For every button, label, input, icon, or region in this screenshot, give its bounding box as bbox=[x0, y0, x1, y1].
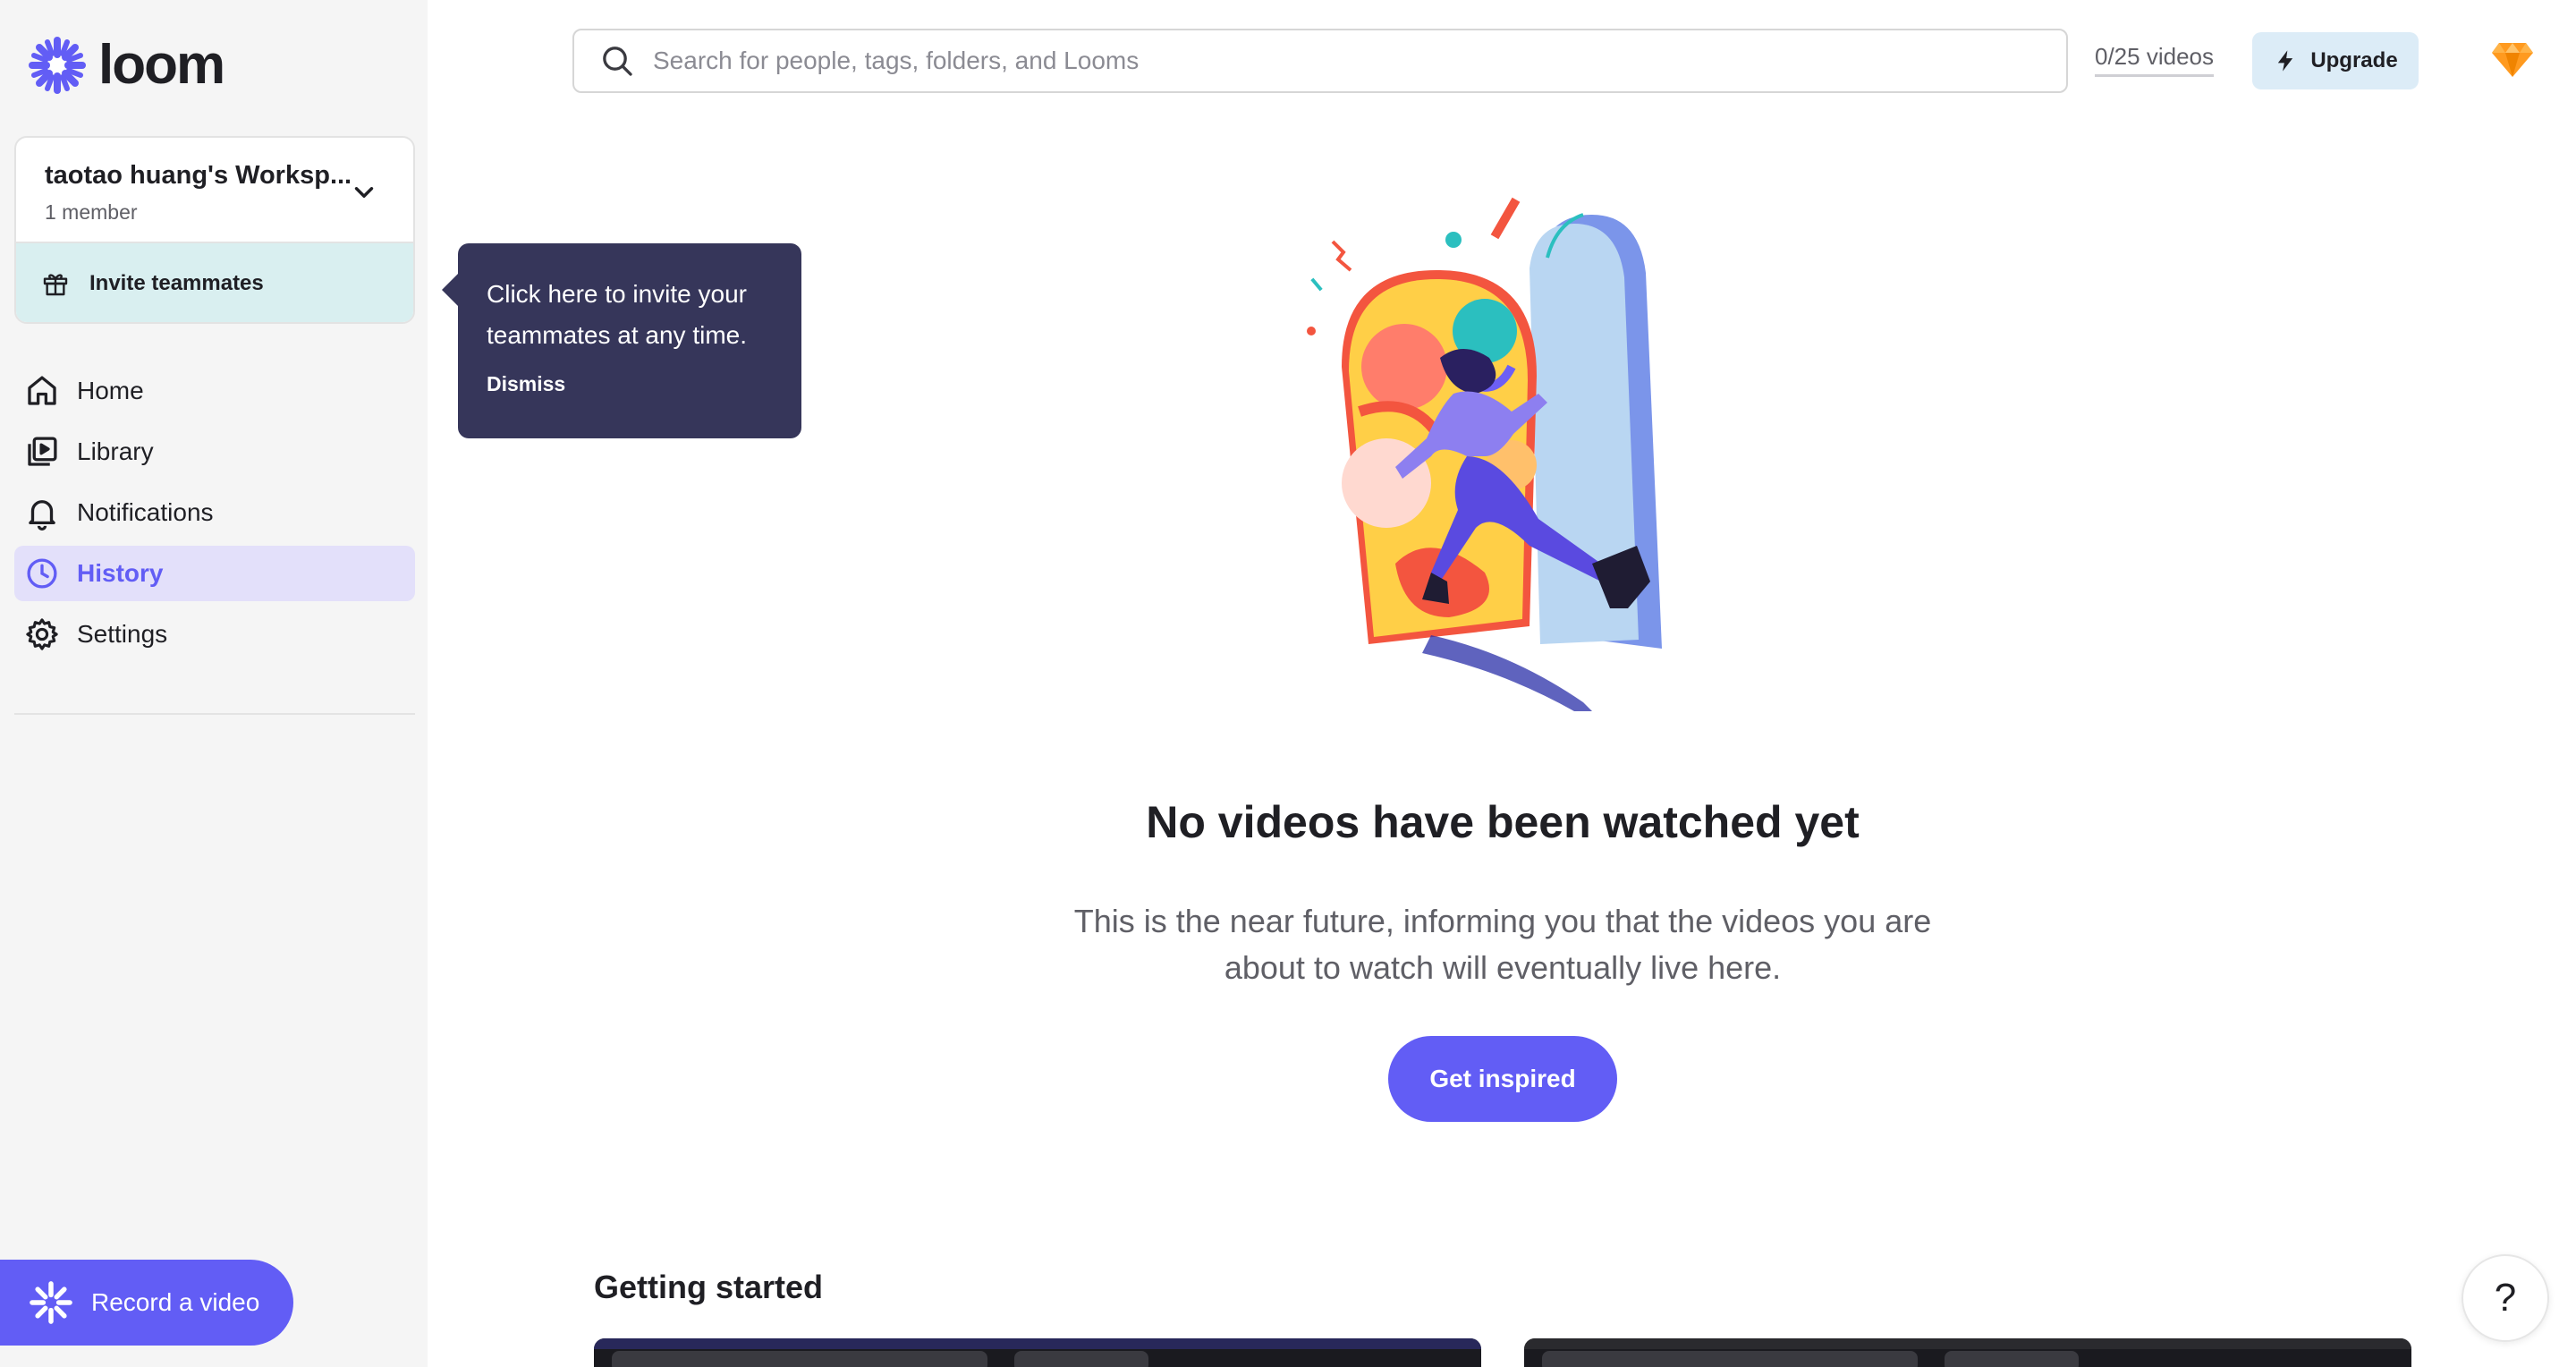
sidebar-divider bbox=[14, 713, 415, 715]
sidebar-item-notifications[interactable]: Notifications bbox=[14, 485, 415, 540]
thumbnail-tab bbox=[1014, 1351, 1148, 1367]
video-count-link[interactable]: 0/25 videos bbox=[2095, 43, 2214, 77]
tooltip-text: Click here to invite your teammates at a… bbox=[487, 280, 748, 349]
sidebar-item-label: History bbox=[77, 559, 164, 587]
thumbnail-tab bbox=[1542, 1351, 1918, 1367]
workspace-card: taotao huang's Worksp... 1 member Invite… bbox=[14, 136, 415, 324]
sidebar-item-home[interactable]: Home bbox=[14, 363, 415, 419]
sidebar-item-label: Settings bbox=[77, 620, 168, 648]
app-window: loom taotao huang's Worksp... 1 member I… bbox=[0, 0, 2576, 1367]
clock-icon bbox=[27, 558, 57, 589]
get-inspired-button[interactable]: Get inspired bbox=[1388, 1036, 1617, 1122]
thumbnail-menubar bbox=[1524, 1338, 2411, 1349]
workspace-switcher[interactable]: taotao huang's Worksp... 1 member bbox=[16, 138, 413, 243]
invite-teammates-button[interactable]: Invite teammates bbox=[16, 243, 413, 322]
invite-tooltip: Click here to invite your teammates at a… bbox=[442, 243, 801, 438]
search-input[interactable] bbox=[653, 47, 1995, 75]
sidebar-item-history[interactable]: History bbox=[14, 546, 415, 601]
thumbnail-menubar bbox=[594, 1338, 1481, 1349]
getting-started-heading: Getting started bbox=[594, 1269, 824, 1305]
upgrade-label: Upgrade bbox=[2310, 48, 2398, 72]
sidebar-item-library[interactable]: Library bbox=[14, 424, 415, 480]
thumbnail-tab bbox=[1945, 1351, 2079, 1367]
loom-record-icon bbox=[30, 1281, 72, 1324]
help-button[interactable]: ? bbox=[2462, 1254, 2549, 1342]
empty-state-description: This is the near future, informing you t… bbox=[1073, 903, 1932, 986]
invite-teammates-label: Invite teammates bbox=[89, 271, 264, 295]
thumbnail-tab bbox=[612, 1351, 987, 1367]
bell-icon bbox=[29, 500, 55, 531]
getting-started-video-card[interactable] bbox=[594, 1338, 1481, 1367]
sidebar-item-label: Library bbox=[77, 437, 154, 465]
empty-state-title: No videos have been watched yet bbox=[1146, 797, 1860, 847]
chevron-down-icon bbox=[354, 187, 374, 198]
search-icon bbox=[603, 47, 632, 76]
sidebar-item-label: Notifications bbox=[77, 498, 214, 526]
sidebar-item-settings[interactable]: Settings bbox=[14, 607, 415, 662]
getting-started-video-card[interactable] bbox=[1524, 1338, 2411, 1367]
upgrade-button[interactable]: Upgrade bbox=[2252, 32, 2419, 89]
gear-icon bbox=[26, 618, 58, 650]
sidebar-item-label: Home bbox=[77, 377, 144, 404]
home-icon bbox=[28, 376, 56, 405]
loom-logo-mark-icon bbox=[29, 37, 86, 94]
workspace-name: taotao huang's Worksp... bbox=[45, 161, 352, 190]
lightning-bolt-icon bbox=[2278, 50, 2293, 72]
sidebar: loom taotao huang's Worksp... 1 member I… bbox=[0, 0, 428, 1367]
empty-state-illustration bbox=[1307, 197, 1662, 711]
logo-wordmark: loom bbox=[98, 34, 225, 96]
sidebar-nav: Home Library Notifications History Setti… bbox=[14, 363, 415, 667]
tooltip-dismiss-button[interactable]: Dismiss bbox=[487, 372, 565, 396]
search-bar[interactable] bbox=[572, 29, 2068, 93]
library-icon bbox=[28, 437, 57, 466]
workspace-member-count: 1 member bbox=[45, 200, 138, 224]
gem-icon[interactable] bbox=[2492, 39, 2533, 79]
gift-icon bbox=[43, 274, 68, 296]
record-video-button[interactable]: Record a video bbox=[0, 1260, 293, 1346]
record-video-label: Record a video bbox=[91, 1288, 260, 1316]
loom-logo[interactable]: loom bbox=[29, 34, 225, 97]
